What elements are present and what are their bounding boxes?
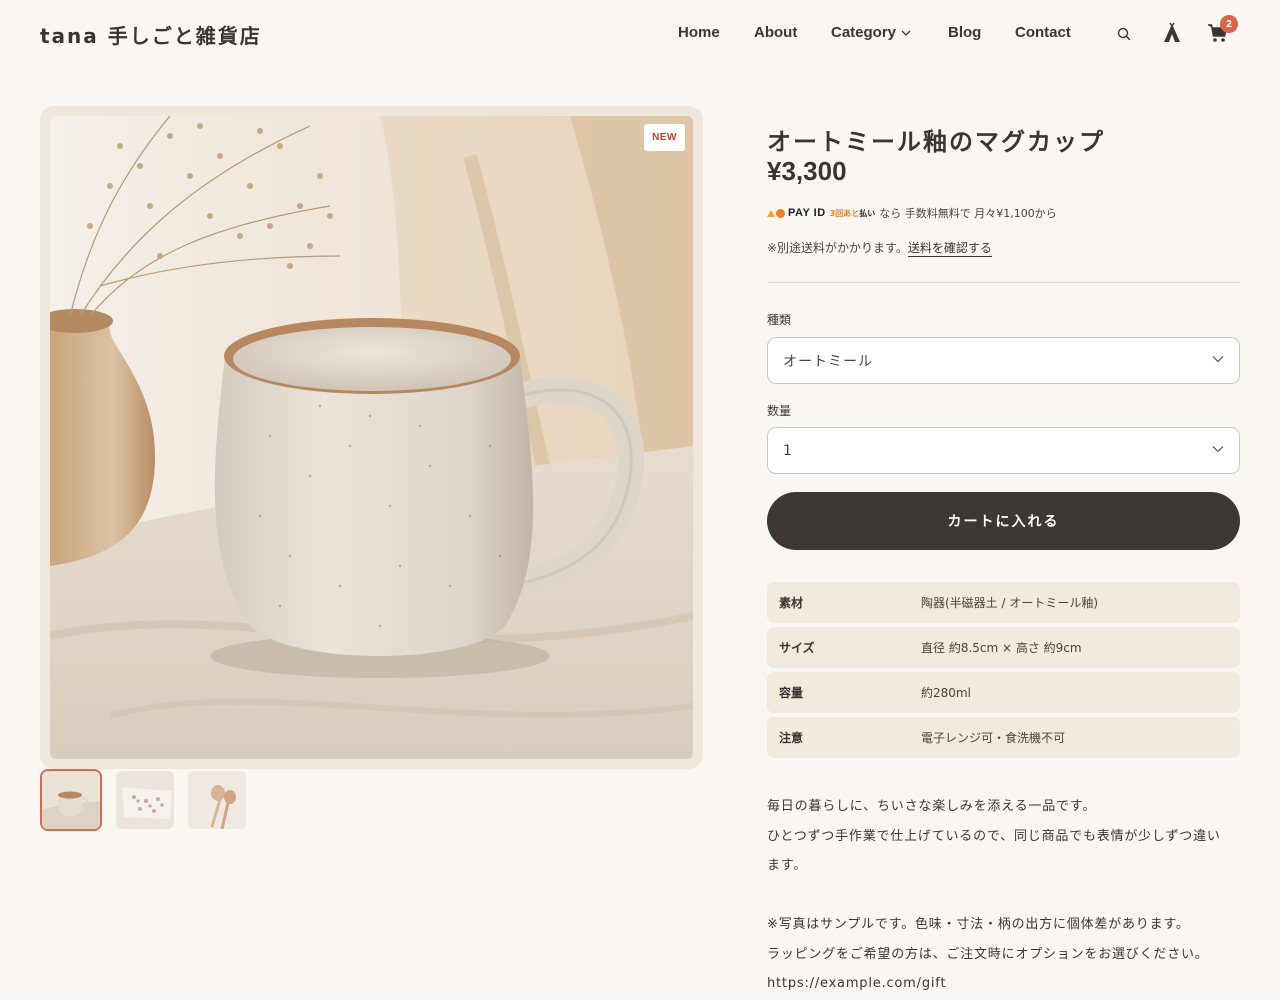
qty-select[interactable]: 1 [767,427,1240,474]
description-line: ラッピングをご希望の方は、ご注文時にオプションをお選びください。 [767,946,1209,962]
spec-key: サイズ [779,641,815,655]
product-description: 毎日の暮らしに、ちいさな楽しみを添える一品です。 ひとつずつ手作業で仕上げている… [767,792,1240,999]
product-title: オートミール釉のマグカップ [767,128,1105,156]
product-main-image[interactable] [50,116,693,759]
nav-about[interactable]: About [754,24,797,41]
product-price: ¥3,300 [767,156,847,186]
thumbnail-2[interactable] [114,769,176,831]
spec-key: 素材 [779,596,804,610]
payid-sub-rest: 払い [859,208,876,218]
product-image-frame [40,106,703,769]
payid-logo: PAY ID 3回あと 払い [767,207,875,219]
divider [767,282,1240,283]
spec-row: 素材 陶器(半磁器土 / オートミール釉) [767,582,1240,623]
type-select[interactable]: オートミール [767,337,1240,384]
description-line: ひとつずつ手作業で仕上げているので、同じ商品でも表情が少しずつ違い [767,828,1221,844]
spec-value: 約280ml [921,686,971,700]
description-link[interactable]: https://example.com/gift [767,969,1240,999]
type-label: 種類 [767,313,792,327]
site-header: tana 手しごと雑貨店 Home About Category Blog Co… [0,0,1280,70]
nav-category-label: Category [831,24,897,41]
description-line: ※写真はサンプルです。色味・寸法・柄の出方に個体差があります。 [767,917,1190,932]
description-line: ます。 [767,858,808,873]
type-select-value: オートミール [783,353,873,370]
chevron-down-icon [1212,356,1224,363]
payid-sub-highlight: 3回あと [829,208,860,218]
shipping-text: ※別途送料がかかります。 [767,241,908,255]
tent-icon[interactable] [1161,22,1183,44]
qty-label: 数量 [767,404,792,418]
payid-triangle-icon [767,209,775,217]
cart-count-badge: 2 [1220,15,1238,33]
chevron-down-icon [1212,446,1224,453]
spec-value: 電子レンジ可・食洗機不可 [921,731,1066,745]
payment-info: PAY ID 3回あと 払い なら 手数料無料で 月々¥1,100から [767,205,1057,221]
mug-photo-illustration [50,116,693,759]
site-logo[interactable]: tana 手しごと雑貨店 [40,20,262,49]
chevron-down-icon [901,30,911,36]
spec-row: 容量 約280ml [767,672,1240,713]
spec-value: 陶器(半磁器土 / オートミール釉) [921,596,1099,610]
search-icon[interactable] [1116,26,1132,42]
spec-value: 直径 約8.5cm × 高さ 約9cm [921,641,1082,655]
payid-dot-icon [776,208,785,218]
description-line: 毎日の暮らしに、ちいさな楽しみを添える一品です。 [767,799,1097,814]
qty-select-value: 1 [783,442,793,459]
spec-row: サイズ 直径 約8.5cm × 高さ 約9cm [767,627,1240,668]
thumbnail-1[interactable] [40,769,102,831]
payment-text: なら 手数料無料で 月々¥1,100から [879,207,1057,220]
add-to-cart-button[interactable]: カートに入れる [767,492,1240,550]
spec-row: 注意 電子レンジ可・食洗機不可 [767,717,1240,758]
nav-blog[interactable]: Blog [948,24,981,41]
new-badge: NEW [644,124,685,151]
nav-category[interactable]: Category [831,24,911,41]
thumbnail-3[interactable] [186,769,248,831]
payid-brand: PAY ID [788,207,826,219]
spec-key: 注意 [779,731,804,745]
shipping-note: ※別途送料がかかります。送料を確認する [767,239,992,257]
spec-key: 容量 [779,686,804,700]
shipping-link[interactable]: 送料を確認する [907,241,992,257]
nav-home[interactable]: Home [678,24,720,41]
nav-contact[interactable]: Contact [1015,24,1071,41]
